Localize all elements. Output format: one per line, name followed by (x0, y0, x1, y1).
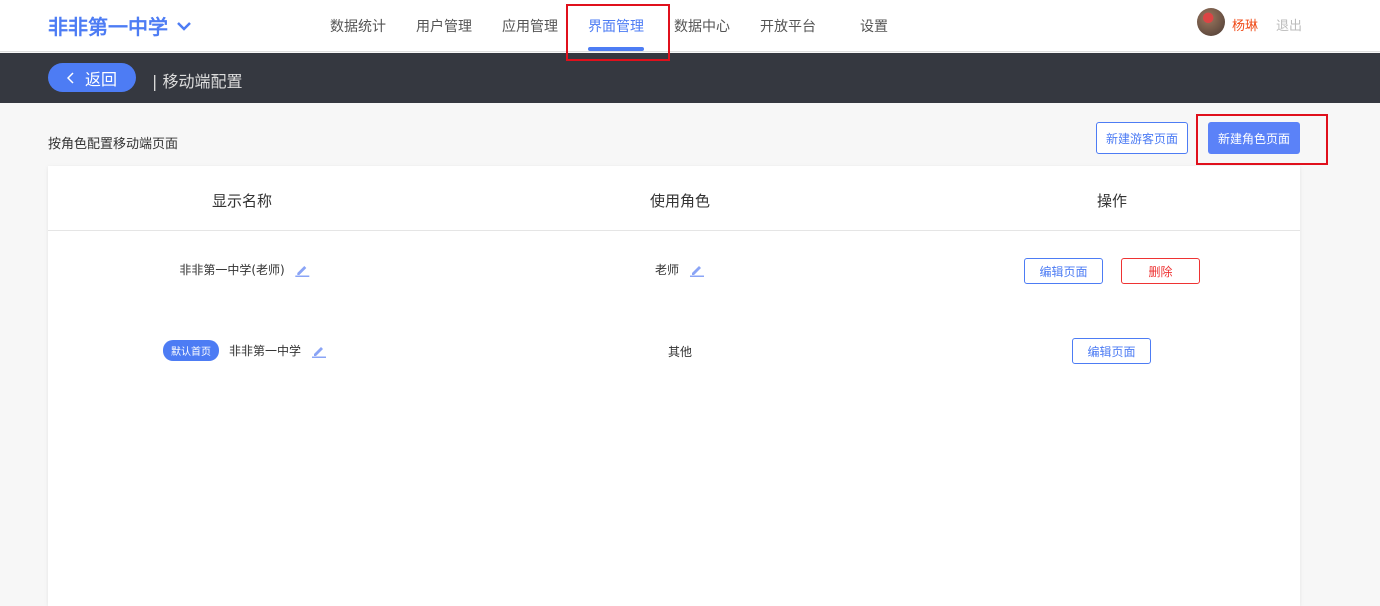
school-name: 非非第一中学 (48, 15, 168, 39)
nav-data-stats[interactable]: 数据统计 (330, 16, 386, 36)
nav-ui-management[interactable]: 界面管理 (588, 16, 644, 36)
school-selector[interactable]: 非非第一中学 (48, 11, 192, 40)
nav-open-platform[interactable]: 开放平台 (760, 16, 816, 36)
avatar[interactable] (1197, 8, 1225, 36)
role-name: 老师 (654, 263, 680, 277)
default-home-badge: 默认首页 (162, 340, 219, 361)
chevron-left-icon (66, 71, 74, 84)
role-name: 其他 (667, 345, 693, 359)
edit-icon[interactable] (295, 263, 311, 277)
display-name: 非非第一中学(老师) (179, 263, 285, 277)
delete-button[interactable]: 删除 (1121, 258, 1200, 284)
role-pages-table: 显示名称 使用角色 操作 非非第一中学(老师) 老师 编辑页面 删除 默认首页 … (48, 166, 1300, 606)
col-role: 使用角色 (649, 192, 711, 210)
new-role-page-button[interactable]: 新建角色页面 (1208, 122, 1300, 154)
chevron-down-icon (177, 21, 191, 31)
divider (48, 230, 1300, 231)
edit-icon[interactable] (689, 263, 705, 277)
col-actions: 操作 (1096, 192, 1128, 210)
edit-page-button[interactable]: 编辑页面 (1072, 338, 1151, 364)
nav-user-management[interactable]: 用户管理 (416, 16, 472, 36)
back-label: 返回 (84, 69, 117, 89)
nav-settings[interactable]: 设置 (860, 16, 888, 36)
display-name: 非非第一中学 (228, 344, 302, 358)
breadcrumb: | 移动端配置 (152, 72, 243, 91)
nav-data-center[interactable]: 数据中心 (674, 16, 730, 36)
logout-link[interactable]: 退出 (1276, 15, 1302, 34)
user-name[interactable]: 杨琳 (1232, 15, 1258, 34)
nav-app-management[interactable]: 应用管理 (502, 16, 558, 36)
new-guest-page-button[interactable]: 新建游客页面 (1096, 122, 1188, 154)
back-button[interactable]: 返回 (48, 63, 136, 92)
section-title: 按角色配置移动端页面 (48, 137, 179, 152)
sub-header: 返回 | 移动端配置 (0, 53, 1380, 103)
active-tab-indicator (588, 47, 644, 51)
col-display-name: 显示名称 (211, 192, 273, 210)
edit-page-button[interactable]: 编辑页面 (1024, 258, 1103, 284)
edit-icon[interactable] (311, 344, 327, 358)
top-navbar: 非非第一中学 数据统计 用户管理 应用管理 界面管理 数据中心 开放平台 设置 … (0, 0, 1380, 52)
